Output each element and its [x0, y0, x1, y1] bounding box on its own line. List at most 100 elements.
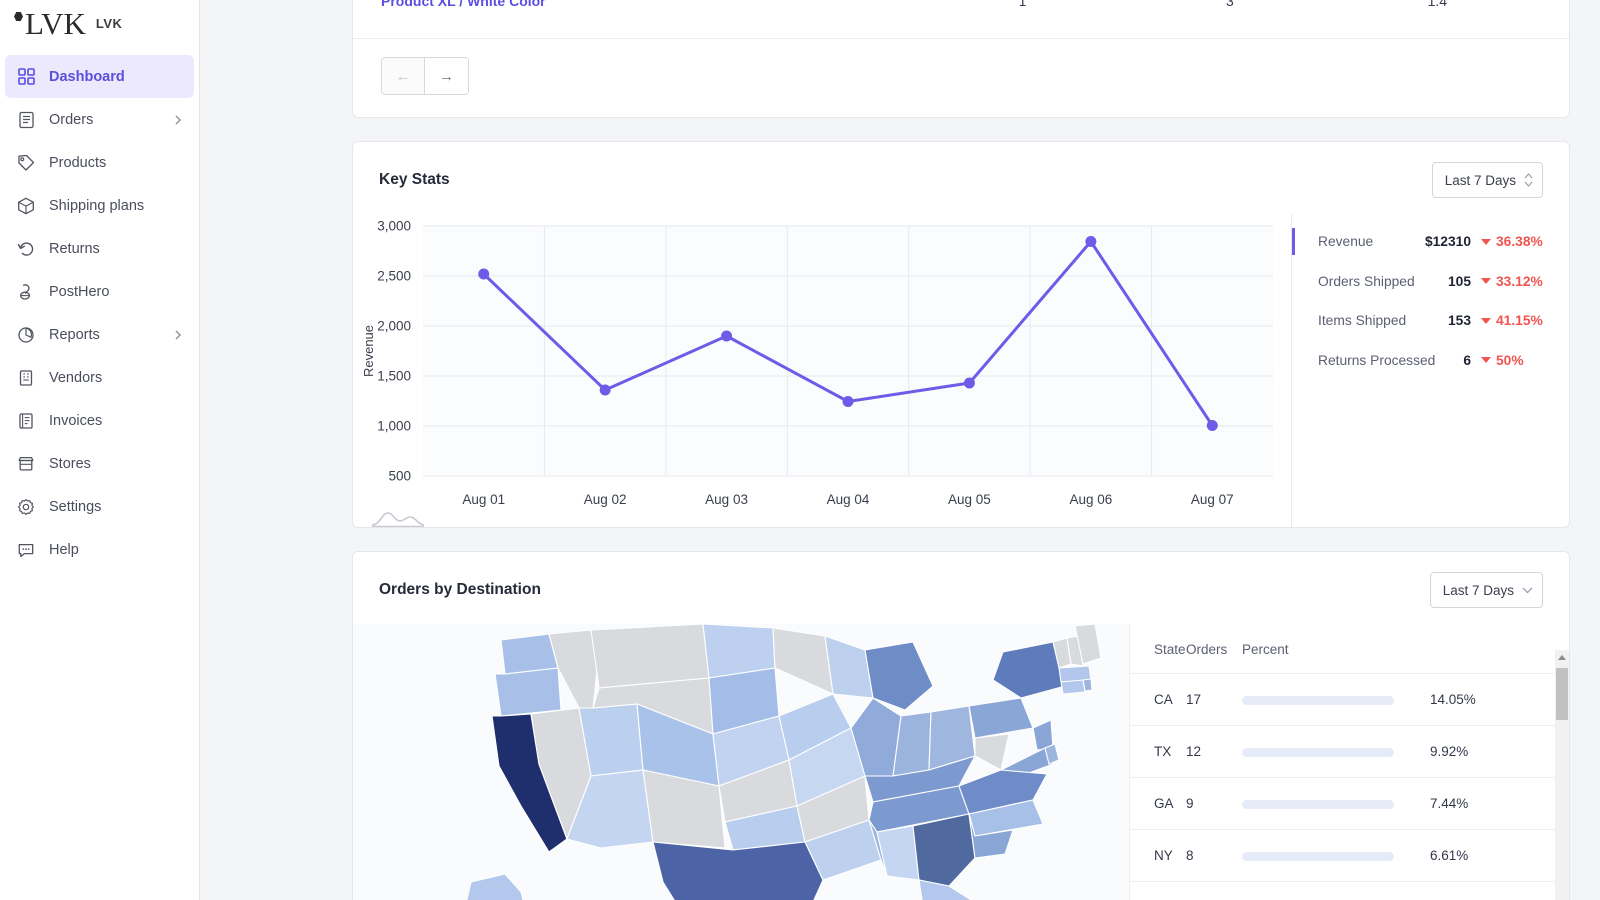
metric-value: 105 — [1448, 274, 1471, 289]
percent-bar — [1242, 852, 1394, 861]
lvk-logo-mark: LVK — [14, 8, 86, 39]
table-header-row: State Orders Percent — [1130, 624, 1555, 674]
state-OR — [495, 668, 561, 716]
metric-label: Orders Shipped — [1318, 274, 1448, 289]
column-header-state: State — [1130, 624, 1186, 674]
column-header-percent: Percent — [1242, 624, 1555, 674]
table-row[interactable]: TX 12 9.92% — [1130, 726, 1555, 778]
caret-down-icon — [1481, 357, 1491, 363]
svg-text:2,500: 2,500 — [377, 269, 411, 284]
section-title: Orders by Destination — [379, 581, 541, 599]
revenue-line-chart: 5001,0001,5002,0002,5003,000Aug 01Aug 02… — [353, 214, 1292, 527]
svg-text:3,000: 3,000 — [377, 219, 411, 234]
us-map-svg — [353, 624, 1123, 900]
svg-text:500: 500 — [388, 469, 411, 484]
metric-label: Returns Processed — [1318, 353, 1463, 368]
table-row[interactable]: Product XL / White Color 1 3 1.4 — [353, 0, 1569, 39]
sidebar-item-invoices[interactable]: Invoices — [5, 399, 194, 442]
receipt-icon — [15, 109, 37, 131]
sidebar-item-label: Orders — [49, 112, 172, 128]
state-RI — [1083, 679, 1092, 691]
sidebar-item-vendors[interactable]: Vendors — [5, 356, 194, 399]
sidebar-item-stores[interactable]: Stores — [5, 442, 194, 485]
brand-logo[interactable]: LVK LVK — [0, 0, 199, 47]
percent-bar — [1242, 696, 1394, 705]
metric-orders-shipped[interactable]: Orders Shipped 105 33.12% — [1292, 262, 1569, 302]
key-stats-header: Key Stats Last 7 Days — [353, 142, 1569, 214]
metric-items-shipped[interactable]: Items Shipped 153 41.15% — [1292, 301, 1569, 341]
metric-returns-processed[interactable]: Returns Processed 6 50% — [1292, 341, 1569, 381]
building-icon — [15, 367, 37, 389]
sidebar-item-dashboard[interactable]: Dashboard — [5, 55, 194, 98]
grid-icon — [15, 66, 37, 88]
sidebar-item-label: Stores — [49, 456, 184, 472]
key-stats-range-select[interactable]: Last 7 Days — [1432, 162, 1543, 198]
orders-by-destination-header: Orders by Destination Last 7 Days — [353, 552, 1569, 624]
svg-text:Aug 01: Aug 01 — [462, 492, 505, 507]
caret-down-icon — [1481, 318, 1491, 324]
metric-delta: 36.38% — [1481, 234, 1555, 249]
table-row[interactable]: GA 9 7.44% — [1130, 778, 1555, 830]
state-FL — [919, 880, 993, 900]
state-TX — [653, 842, 823, 900]
state-MN — [773, 628, 833, 694]
cell-percent: 6.61% — [1242, 830, 1555, 882]
orders-by-destination-body: State Orders Percent CA 17 14.05% — [353, 624, 1569, 900]
cell-percent: 9.92% — [1242, 726, 1555, 778]
next-page-button[interactable]: → — [425, 58, 468, 94]
cell-state: TX — [1130, 726, 1186, 778]
store-icon — [15, 453, 37, 475]
sidebar-item-reports[interactable]: Reports — [5, 313, 194, 356]
sidebar-item-help[interactable]: Help — [5, 528, 194, 571]
sidebar-item-returns[interactable]: Returns — [5, 227, 194, 270]
metric-revenue[interactable]: Revenue $12310 36.38% — [1292, 222, 1569, 262]
svg-text:Revenue: Revenue — [361, 325, 376, 377]
product-col-1: 1 — [919, 0, 1126, 9]
percent-label: 14.05% — [1430, 692, 1476, 707]
sidebar-item-settings[interactable]: Settings — [5, 485, 194, 528]
stamp-icon — [15, 281, 37, 303]
sidebar-item-label: Returns — [49, 241, 184, 257]
sidebar-item-products[interactable]: Products — [5, 141, 194, 184]
cell-percent: 14.05% — [1242, 674, 1555, 726]
table-row[interactable]: NY 8 6.61% — [1130, 830, 1555, 882]
sidebar-nav: Dashboard Orders Products Shipping — [0, 47, 199, 571]
metric-value: 153 — [1448, 313, 1471, 328]
sidebar-item-posthero[interactable]: PostHero — [5, 270, 194, 313]
sidebar-item-label: Vendors — [49, 370, 184, 386]
cell-orders: 8 — [1186, 830, 1242, 882]
us-choropleth-map[interactable] — [353, 624, 1129, 900]
orders-range-select[interactable]: Last 7 Days — [1430, 572, 1543, 608]
sidebar-item-shipping-plans[interactable]: Shipping plans — [5, 184, 194, 227]
cell-state: CA — [1130, 674, 1186, 726]
page-title: Key Stats — [379, 171, 450, 189]
svg-text:Aug 02: Aug 02 — [584, 492, 627, 507]
stepper-arrows-icon — [1524, 173, 1533, 187]
table-scrollbar[interactable] — [1555, 650, 1569, 900]
percent-bar — [1242, 800, 1394, 809]
table-row[interactable]: CA 17 14.05% — [1130, 674, 1555, 726]
scroll-up-icon[interactable] — [1558, 655, 1566, 660]
sidebar-item-orders[interactable]: Orders — [5, 98, 194, 141]
state-WI — [825, 636, 873, 698]
lvk-logo-word: LVK — [96, 16, 123, 31]
sparkline-icon[interactable] — [370, 508, 426, 527]
metric-delta-value: 41.15% — [1496, 313, 1543, 328]
metric-delta: 41.15% — [1481, 313, 1555, 328]
cell-orders: 17 — [1186, 674, 1242, 726]
products-table-card: Product XL / White Color 1 3 1.4 ← → — [352, 0, 1570, 118]
sidebar-item-label: Reports — [49, 327, 172, 343]
metric-delta: 33.12% — [1481, 274, 1555, 289]
state-WV — [975, 734, 1009, 770]
metric-delta-value: 50% — [1496, 353, 1524, 368]
product-link[interactable]: Product XL / White Color — [381, 0, 919, 9]
prev-page-button[interactable]: ← — [382, 58, 425, 94]
key-stats-card: Key Stats Last 7 Days 5001,0001,5002,000… — [352, 141, 1570, 528]
destination-table: State Orders Percent CA 17 14.05% — [1129, 624, 1569, 900]
percent-label: 6.61% — [1430, 848, 1468, 863]
caret-down-icon — [1481, 278, 1491, 284]
scrollbar-thumb[interactable] — [1556, 668, 1568, 720]
metric-label: Revenue — [1318, 234, 1425, 249]
metric-value: $12310 — [1425, 234, 1471, 249]
state-MT — [591, 624, 709, 688]
